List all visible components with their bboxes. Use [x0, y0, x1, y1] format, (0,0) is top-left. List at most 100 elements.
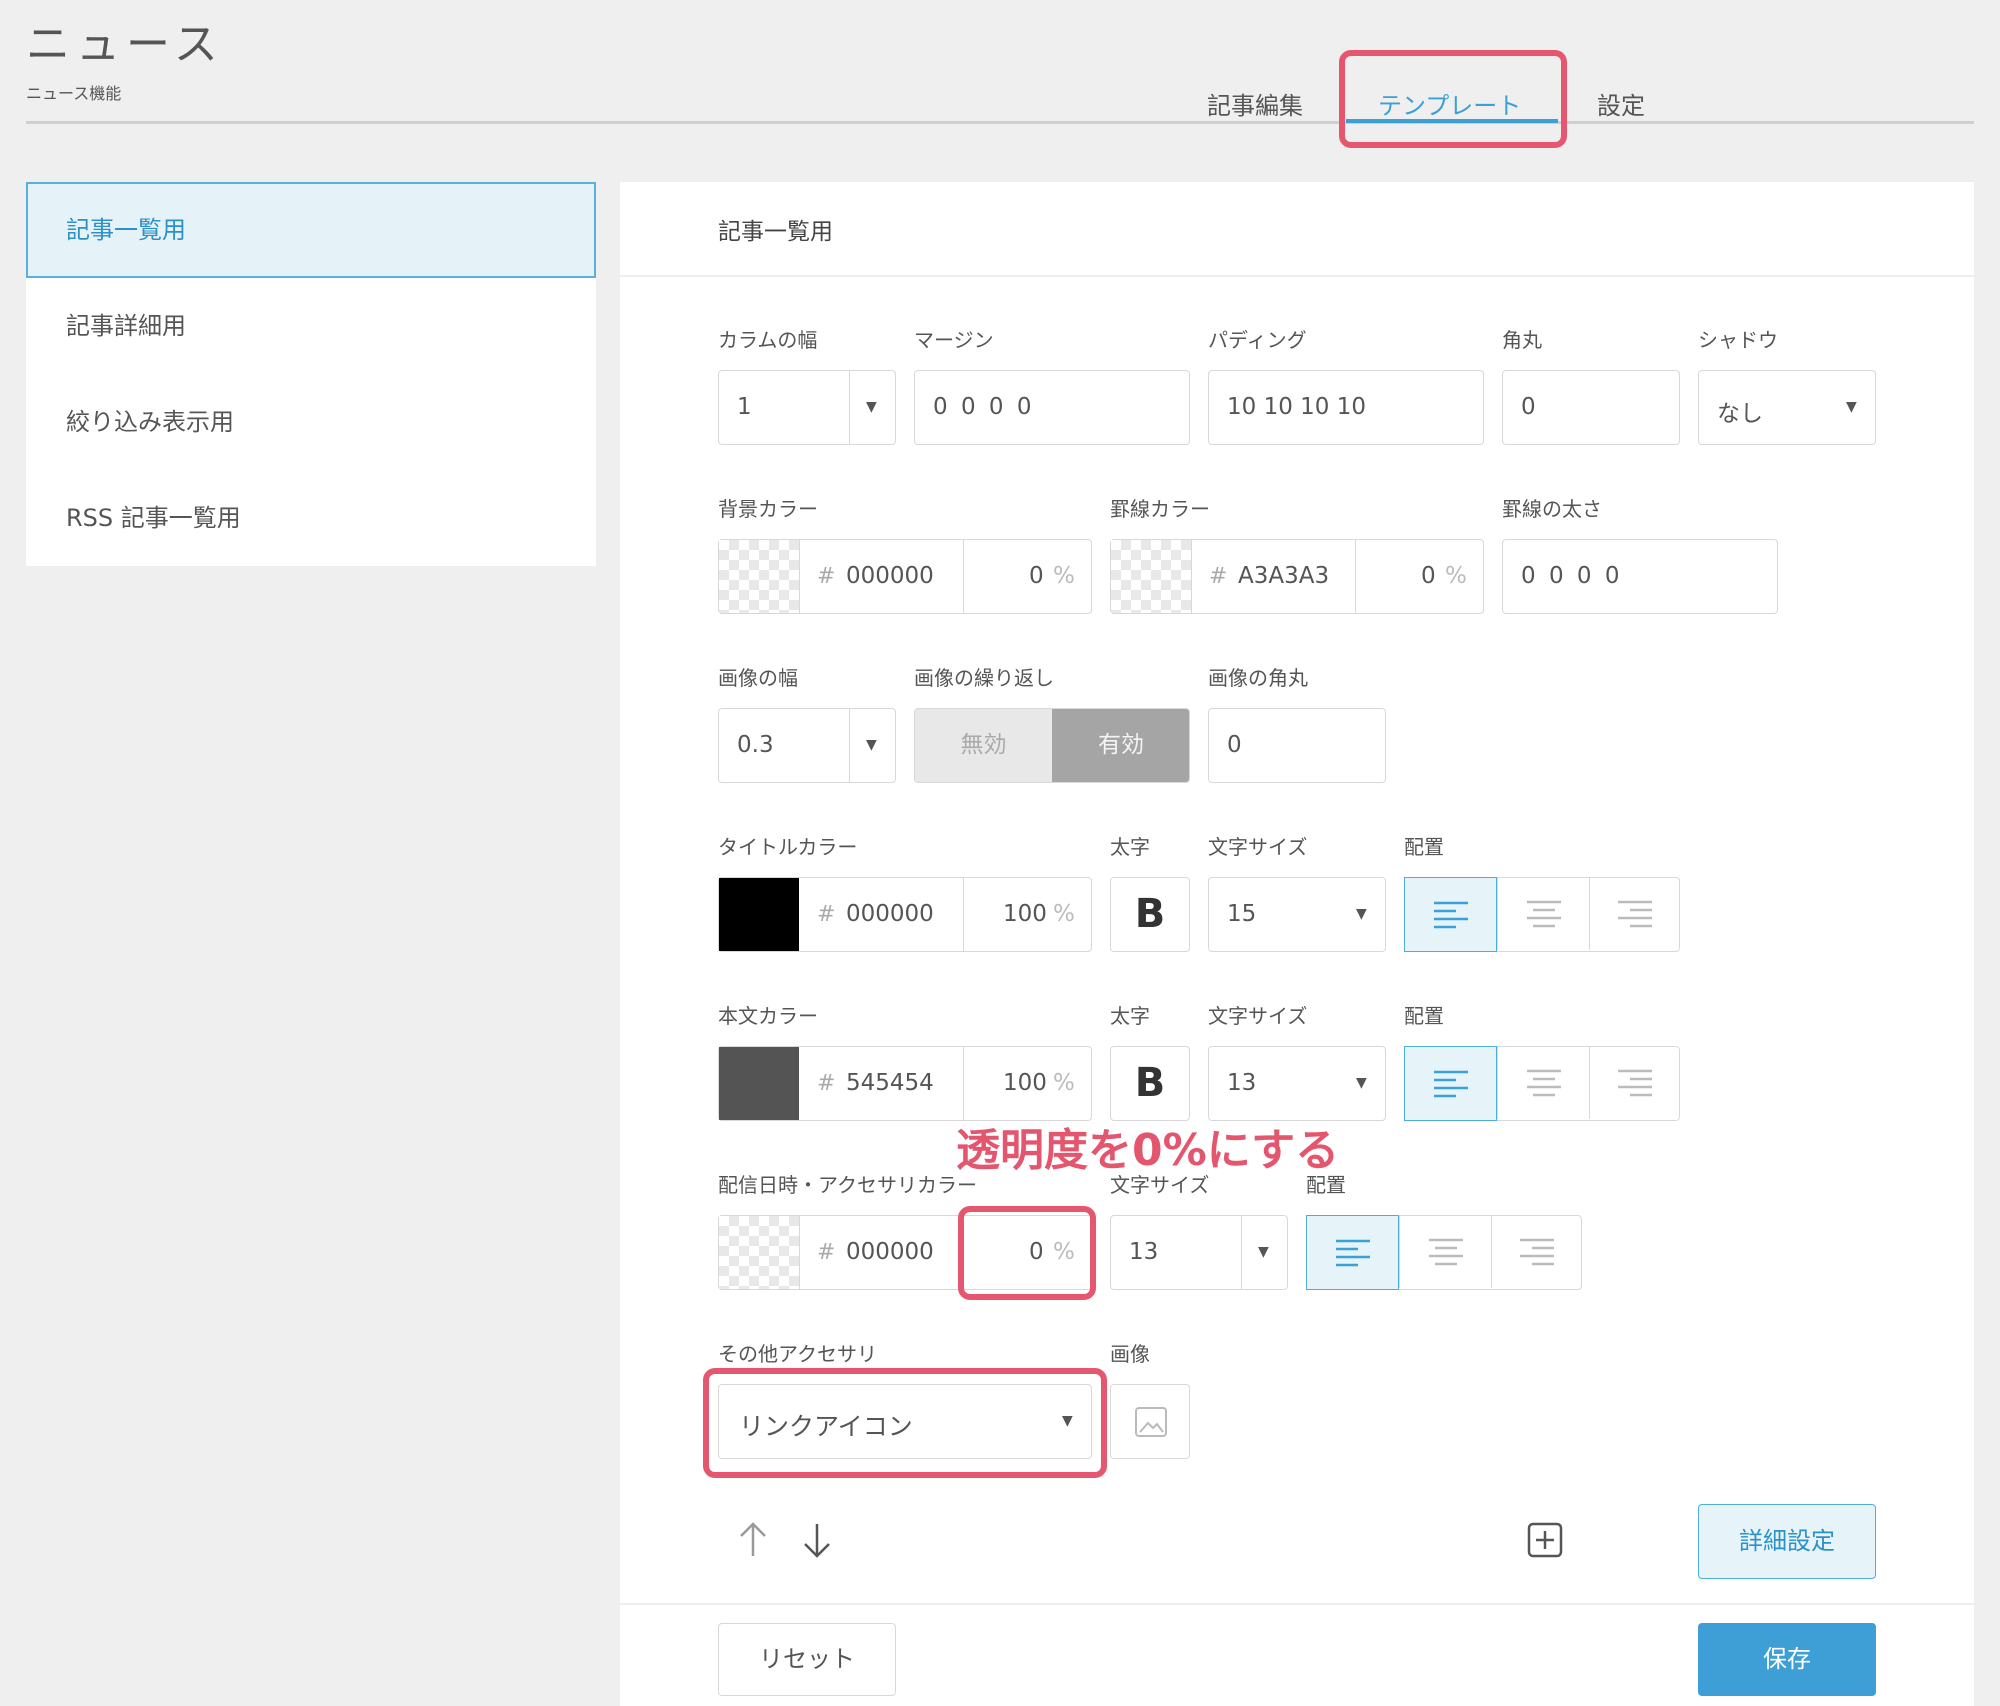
align-right-button[interactable]: [1589, 878, 1680, 950]
hash-icon: #: [817, 1240, 836, 1265]
hash-icon: #: [817, 564, 836, 589]
title-color-hex[interactable]: 000000: [846, 901, 934, 927]
header-divider: [26, 121, 1974, 124]
image-repeat-on[interactable]: 有効: [1052, 709, 1189, 782]
border-color-picker[interactable]: # A3A3A3 0 %: [1110, 539, 1484, 614]
radius-label: 角丸: [1502, 328, 1542, 352]
body-bold-label: 太字: [1110, 1004, 1150, 1028]
title-color-swatch[interactable]: [719, 878, 799, 951]
accessory-size-select[interactable]: 13 ▼: [1110, 1215, 1288, 1290]
hash-icon: #: [1209, 564, 1228, 589]
divider: [963, 540, 964, 613]
title-size-select[interactable]: 15 ▼: [1208, 877, 1386, 952]
bg-color-picker[interactable]: # 000000 0 %: [718, 539, 1092, 614]
border-color-label: 罫線カラー: [1110, 497, 1210, 521]
align-right-button[interactable]: [1589, 1047, 1680, 1119]
body-color-picker[interactable]: # 545454 100 %: [718, 1046, 1092, 1121]
title-color-label: タイトルカラー: [718, 835, 858, 859]
border-color-hex[interactable]: A3A3A3: [1238, 563, 1329, 589]
accessory-align-group: [1306, 1215, 1582, 1290]
shadow-select[interactable]: なし ▼: [1698, 370, 1876, 445]
padding-value: 10 10 10 10: [1227, 394, 1366, 420]
image-repeat-off[interactable]: 無効: [915, 709, 1052, 782]
opacity-highlight-annotation: [958, 1206, 1096, 1300]
bold-icon: B: [1134, 891, 1166, 937]
percent-sign: %: [1053, 1070, 1075, 1096]
title-color-picker[interactable]: # 000000 100 %: [718, 877, 1092, 952]
border-width-label: 罫線の太さ: [1502, 497, 1602, 521]
divider: [963, 1047, 964, 1120]
bg-color-swatch[interactable]: [719, 540, 799, 613]
radius-input[interactable]: 0: [1502, 370, 1680, 445]
percent-sign: %: [1053, 901, 1075, 927]
border-color-swatch[interactable]: [1111, 540, 1191, 613]
column-width-value: 1: [737, 394, 752, 420]
border-width-value: 0 0 0 0: [1521, 563, 1623, 589]
sidebar-item-article-list[interactable]: 記事一覧用: [26, 182, 596, 278]
move-down-icon[interactable]: [800, 1520, 834, 1560]
divider: [1191, 540, 1192, 613]
body-size-value: 13: [1227, 1070, 1257, 1096]
body-color-label: 本文カラー: [718, 1004, 818, 1028]
bg-color-hex[interactable]: 000000: [846, 563, 934, 589]
align-center-button[interactable]: [1399, 1216, 1491, 1288]
divider: [963, 878, 964, 951]
image-icon: [1135, 1407, 1167, 1437]
border-width-input[interactable]: 0 0 0 0: [1502, 539, 1778, 614]
title-color-opacity[interactable]: 100: [1003, 901, 1047, 927]
align-center-button[interactable]: [1497, 1047, 1589, 1119]
template-sidebar: 記事一覧用 記事詳細用 絞り込み表示用 RSS 記事一覧用: [26, 182, 596, 566]
align-center-button[interactable]: [1497, 878, 1589, 950]
margin-input[interactable]: 0 0 0 0: [914, 370, 1190, 445]
image-picker[interactable]: [1110, 1384, 1190, 1459]
title-bold-label: 太字: [1110, 835, 1150, 859]
align-right-button[interactable]: [1491, 1216, 1582, 1288]
title-bold-toggle[interactable]: B: [1110, 877, 1190, 952]
body-color-opacity[interactable]: 100: [1003, 1070, 1047, 1096]
sidebar-item-article-detail[interactable]: 記事詳細用: [26, 278, 596, 374]
column-width-label: カラムの幅: [718, 328, 818, 352]
detail-settings-button[interactable]: 詳細設定: [1698, 1504, 1876, 1579]
body-align-group: [1404, 1046, 1680, 1121]
radius-value: 0: [1521, 394, 1536, 420]
image-width-select[interactable]: 0.3 ▼: [718, 708, 896, 783]
accessory-color-swatch[interactable]: [719, 1216, 799, 1289]
body-align-label: 配置: [1404, 1004, 1444, 1028]
bold-icon: B: [1134, 1060, 1166, 1106]
align-left-button[interactable]: [1404, 877, 1497, 952]
accessory-color-hex[interactable]: 000000: [846, 1239, 934, 1265]
bg-color-opacity[interactable]: 0: [1029, 563, 1044, 589]
align-right-icon: [1520, 1238, 1554, 1266]
save-button[interactable]: 保存: [1698, 1623, 1876, 1696]
shadow-label: シャドウ: [1698, 328, 1778, 352]
tab-highlight-annotation: [1339, 50, 1567, 148]
chevron-down-icon: ▼: [866, 737, 877, 753]
accessory-align-label: 配置: [1306, 1173, 1346, 1197]
chevron-down-icon: ▼: [1846, 399, 1857, 415]
panel-title: 記事一覧用: [718, 219, 833, 245]
align-left-button[interactable]: [1404, 1046, 1497, 1121]
body-color-hex[interactable]: 545454: [846, 1070, 934, 1096]
sidebar-item-filter-view[interactable]: 絞り込み表示用: [26, 374, 596, 470]
percent-sign: %: [1445, 563, 1467, 589]
padding-input[interactable]: 10 10 10 10: [1208, 370, 1484, 445]
column-width-select[interactable]: 1 ▼: [718, 370, 896, 445]
image-radius-label: 画像の角丸: [1208, 666, 1308, 690]
tab-settings[interactable]: 設定: [1597, 86, 1645, 121]
divider: [799, 1216, 800, 1289]
body-bold-toggle[interactable]: B: [1110, 1046, 1190, 1121]
image-radius-input[interactable]: 0: [1208, 708, 1386, 783]
chevron-down-icon: ▼: [866, 399, 877, 415]
sidebar-item-rss-list[interactable]: RSS 記事一覧用: [26, 470, 596, 566]
align-left-button[interactable]: [1306, 1215, 1399, 1290]
chevron-down-icon: ▼: [1258, 1244, 1269, 1260]
add-item-icon[interactable]: [1527, 1522, 1563, 1558]
move-up-icon[interactable]: [736, 1520, 770, 1560]
padding-label: パディング: [1208, 328, 1307, 352]
tab-article-edit[interactable]: 記事編集: [1207, 86, 1303, 121]
body-size-select[interactable]: 13 ▼: [1208, 1046, 1386, 1121]
shadow-value: なし: [1717, 401, 1763, 427]
reset-button[interactable]: リセット: [718, 1623, 896, 1696]
border-color-opacity[interactable]: 0: [1421, 563, 1436, 589]
body-color-swatch[interactable]: [719, 1047, 799, 1120]
